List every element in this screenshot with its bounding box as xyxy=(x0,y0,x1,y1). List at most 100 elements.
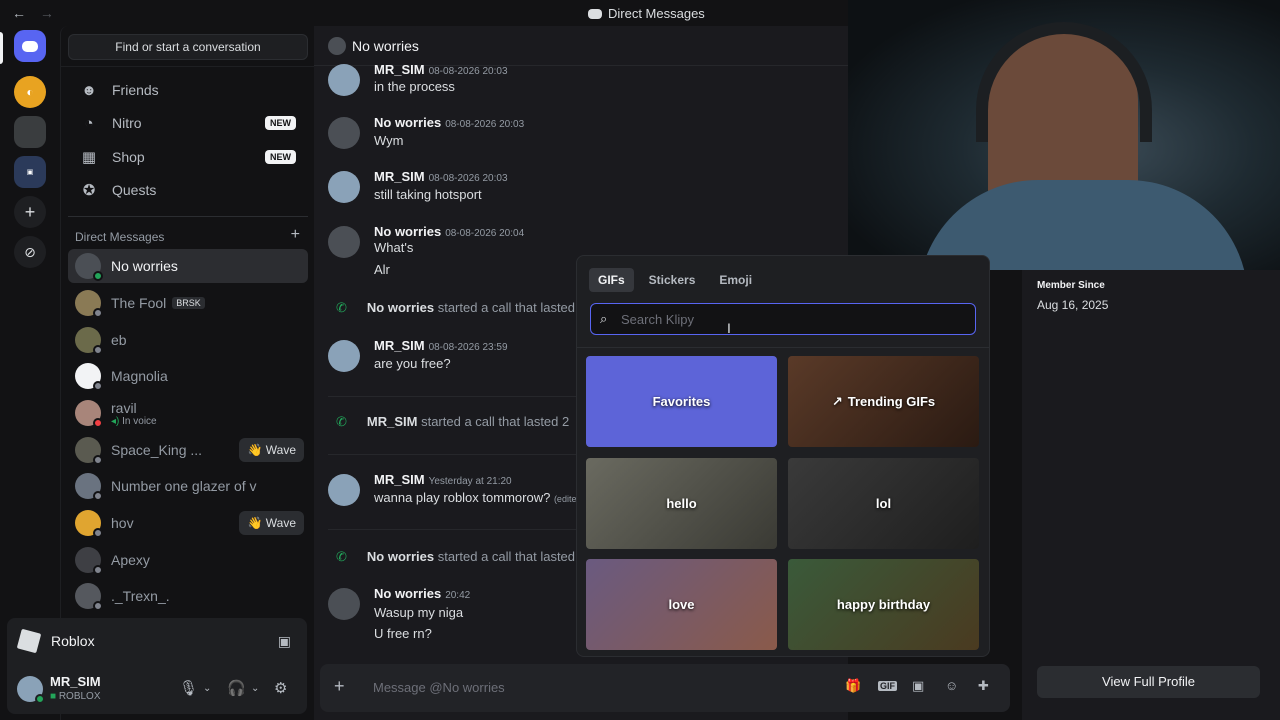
wave-button[interactable]: 👋 Wave xyxy=(239,438,304,462)
activity-panel[interactable]: Roblox ▣ xyxy=(7,618,307,664)
server-icon-3[interactable]: ▣ xyxy=(14,156,46,188)
gif-tile-happy-birthday[interactable]: happy birthday xyxy=(788,559,979,650)
author-name[interactable]: MR_SIM xyxy=(374,62,425,77)
avatar[interactable] xyxy=(328,340,360,372)
sticker-icon[interactable]: ▣ xyxy=(912,678,924,694)
message-text: are you free? xyxy=(374,356,451,371)
timestamp: 08-08-2026 20:03 xyxy=(445,119,525,130)
create-dm-icon[interactable]: + xyxy=(291,226,300,244)
gif-picker: GIFs Stickers Emoji ⌕ Favorites ↗ Trendin… xyxy=(576,255,990,657)
stream-icon[interactable]: ▣ xyxy=(278,633,291,650)
search-icon: ⌕ xyxy=(600,311,608,326)
window-title-text: Direct Messages xyxy=(608,6,705,21)
message-header: MR_SIM 08-08-2026 23:59 xyxy=(374,338,508,353)
call-event: ✆ MR_SIM started a call that lasted 2 xyxy=(336,414,569,430)
chevron-down-icon[interactable]: ⌄ xyxy=(251,683,259,694)
tile-label: Favorites xyxy=(652,394,711,409)
gif-icon[interactable]: GIF xyxy=(878,681,897,691)
emoji-icon[interactable]: ☺ xyxy=(945,678,958,693)
gif-search-input[interactable] xyxy=(621,308,961,330)
timestamp: 08-08-2026 20:03 xyxy=(428,66,508,77)
dm-item-magnolia[interactable]: Magnolia xyxy=(68,359,308,393)
home-button[interactable] xyxy=(14,30,46,62)
message-text: still taking hotsport xyxy=(374,187,482,202)
tile-label: lol xyxy=(875,496,892,511)
caller-name[interactable]: No worries xyxy=(367,300,434,315)
dm-item-eb[interactable]: eb xyxy=(68,323,308,357)
avatar[interactable] xyxy=(328,588,360,620)
timestamp: Yesterday at 21:20 xyxy=(428,476,512,487)
caller-name[interactable]: No worries xyxy=(367,549,434,564)
nav-label: Friends xyxy=(112,82,159,98)
tab-stickers[interactable]: Stickers xyxy=(640,268,705,292)
author-name[interactable]: MR_SIM xyxy=(374,472,425,487)
history-nav: ← → xyxy=(12,5,64,21)
dm-item-apexy[interactable]: Apexy xyxy=(68,543,308,577)
nav-label: Shop xyxy=(112,149,145,165)
chat-header: No worries xyxy=(314,26,848,66)
gif-tile-love[interactable]: love xyxy=(586,559,777,650)
nitro-icon: ◔ xyxy=(84,114,94,132)
dm-name: ._Trexn_. xyxy=(111,588,170,604)
view-full-profile-button[interactable]: View Full Profile xyxy=(1037,666,1260,698)
user-avatar[interactable] xyxy=(17,676,45,704)
message-header: MR_SIM Yesterday at 21:20 xyxy=(374,472,512,487)
tab-gifs[interactable]: GIFs xyxy=(589,268,634,292)
chevron-down-icon[interactable]: ⌄ xyxy=(203,683,211,694)
avatar[interactable] xyxy=(328,226,360,258)
dm-item-no-worries[interactable]: No worries xyxy=(68,249,308,283)
gear-icon[interactable]: ⚙ xyxy=(274,679,287,697)
nav-quests[interactable]: ✪ Quests xyxy=(68,174,308,206)
nav-friends[interactable]: ☻ Friends xyxy=(68,74,308,106)
dm-item-the-fool[interactable]: The Fool BRSK xyxy=(68,286,308,320)
avatar[interactable] xyxy=(328,474,360,506)
wave-button[interactable]: 👋 Wave xyxy=(239,511,304,535)
gamepad-icon: ■ xyxy=(50,691,57,702)
nav-shop[interactable]: ▦ Shop NEW xyxy=(68,141,308,173)
dm-item-number-one-glazer[interactable]: Number one glazer of v xyxy=(68,469,308,503)
author-name[interactable]: No worries xyxy=(374,115,441,130)
timestamp: 08-08-2026 23:59 xyxy=(428,342,508,353)
add-attachment-icon[interactable]: + xyxy=(334,676,345,697)
tile-label: Trending GIFs xyxy=(847,394,936,409)
avatar[interactable] xyxy=(328,117,360,149)
caller-name[interactable]: MR_SIM xyxy=(367,414,418,429)
add-server-button[interactable]: + xyxy=(14,196,46,228)
message-composer: + Message @No worries 🎁 GIF ▣ ☺ ✚ xyxy=(320,664,1010,712)
dm-item-space-king[interactable]: Space_King ... 👋 Wave xyxy=(68,433,308,467)
gif-tile-lol[interactable]: lol xyxy=(788,458,979,549)
back-icon[interactable]: ← xyxy=(12,5,26,21)
message-input[interactable]: Message @No worries xyxy=(373,680,505,695)
find-conversation-button[interactable]: Find or start a conversation xyxy=(68,34,308,60)
author-name[interactable]: MR_SIM xyxy=(374,338,425,353)
tab-emoji[interactable]: Emoji xyxy=(710,268,761,292)
call-event: ✆ No worries started a call that lasted xyxy=(336,300,575,316)
avatar[interactable] xyxy=(328,171,360,203)
member-since-date: Aug 16, 2025 xyxy=(1037,298,1109,312)
dm-item-ravil[interactable]: ravil ◂) In voice xyxy=(68,396,308,430)
avatar[interactable] xyxy=(328,64,360,96)
apps-icon[interactable]: ✚ xyxy=(978,678,989,694)
author-name[interactable]: No worries xyxy=(374,586,441,601)
call-text: started a call that lasted 2 xyxy=(421,414,570,429)
activity-name: Roblox xyxy=(51,633,95,649)
dm-item-trexn[interactable]: ._Trexn_. xyxy=(68,579,308,613)
message-text: Alr xyxy=(374,262,390,277)
gift-icon[interactable]: 🎁 xyxy=(845,678,861,694)
discover-button[interactable]: ⊘ xyxy=(14,236,46,268)
dm-item-hov[interactable]: hov 👋 Wave xyxy=(68,506,308,540)
forward-icon[interactable]: → xyxy=(40,5,54,21)
author-name[interactable]: MR_SIM xyxy=(374,169,425,184)
discord-logo-icon xyxy=(588,8,602,19)
gif-tile-favorites[interactable]: Favorites xyxy=(586,356,777,447)
phone-icon: ✆ xyxy=(336,414,347,429)
gif-tile-trending[interactable]: ↗ Trending GIFs xyxy=(788,356,979,447)
gif-tile-hello[interactable]: hello xyxy=(586,458,777,549)
server-icon-2[interactable] xyxy=(14,116,46,148)
username[interactable]: MR_SIM xyxy=(50,674,101,689)
server-icon-1[interactable]: ◐ xyxy=(14,76,46,108)
headphones-icon[interactable]: 🎧 xyxy=(227,679,246,697)
nav-nitro[interactable]: ◔ Nitro NEW xyxy=(68,107,308,139)
microphone-icon[interactable]: 🎙 xyxy=(179,679,198,697)
author-name[interactable]: No worries xyxy=(374,224,441,239)
